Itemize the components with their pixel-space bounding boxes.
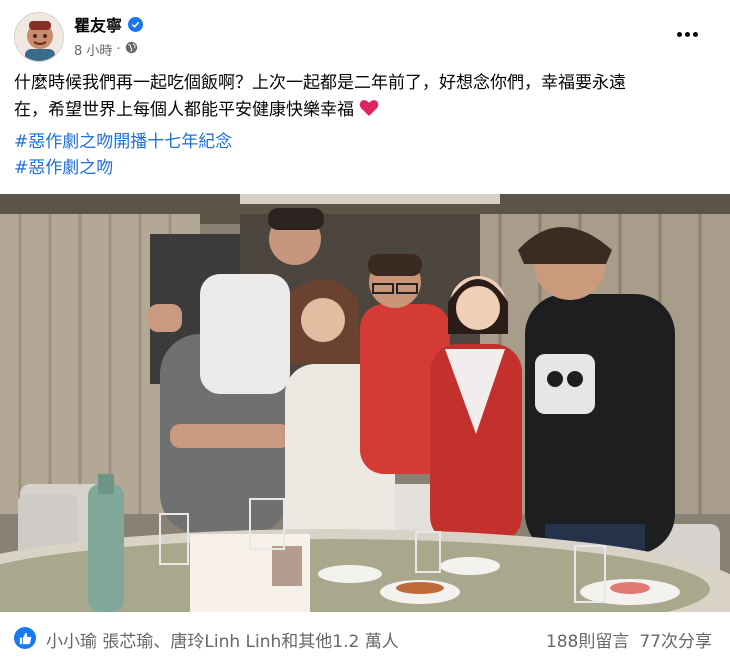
post-photo[interactable]	[0, 194, 730, 612]
post-text-line-1: 什麼時候我們再一起吃個飯啊？上次一起都是二年前了，好想念你們，幸福要永遠	[14, 73, 626, 93]
engagement-counts: 188則留言 77次分享	[546, 627, 712, 652]
hashtag-link[interactable]: #惡作劇之吻開播十七年紀念	[14, 129, 232, 155]
post-footer: 小小瑜 張芯瑜、唐玲Linh Linh和其他1.2 萬人 188則留言 77次分…	[0, 612, 730, 660]
post-meta: 8 小時 ·	[74, 40, 138, 59]
author-avatar[interactable]	[14, 12, 64, 62]
meta-separator: ·	[116, 42, 121, 57]
like-reaction-icon[interactable]	[14, 627, 36, 649]
globe-icon[interactable]	[125, 41, 138, 58]
comments-count[interactable]: 188則留言	[546, 627, 629, 652]
post-text-line-2-content: 在，希望世界上每個人都能平安健康快樂幸福	[14, 100, 354, 120]
author-name[interactable]: 瞿友寧	[74, 12, 144, 36]
post-timestamp[interactable]: 8 小時	[74, 40, 112, 59]
hashtag-link[interactable]: #惡作劇之吻	[14, 155, 232, 181]
verified-badge-icon	[128, 16, 144, 32]
post-text-line-2: 在，希望世界上每個人都能平安健康快樂幸福	[14, 97, 714, 124]
author-name-text[interactable]: 瞿友寧	[74, 12, 122, 36]
heart-emoji-icon	[360, 100, 379, 116]
reaction-summary[interactable]: 小小瑜 張芯瑜、唐玲Linh Linh和其他1.2 萬人	[46, 627, 399, 652]
hashtag-list: #惡作劇之吻開播十七年紀念 #惡作劇之吻	[14, 129, 232, 181]
dot-icon	[684, 31, 690, 37]
more-options-button[interactable]	[672, 22, 702, 46]
post-header: 瞿友寧 8 小時 ·	[0, 0, 730, 64]
dot-icon	[676, 31, 682, 37]
shares-count[interactable]: 77次分享	[639, 627, 712, 652]
dot-icon	[692, 31, 698, 37]
post-body-text: 什麼時候我們再一起吃個飯啊？上次一起都是二年前了，好想念你們，幸福要永遠 在，希…	[14, 70, 714, 124]
